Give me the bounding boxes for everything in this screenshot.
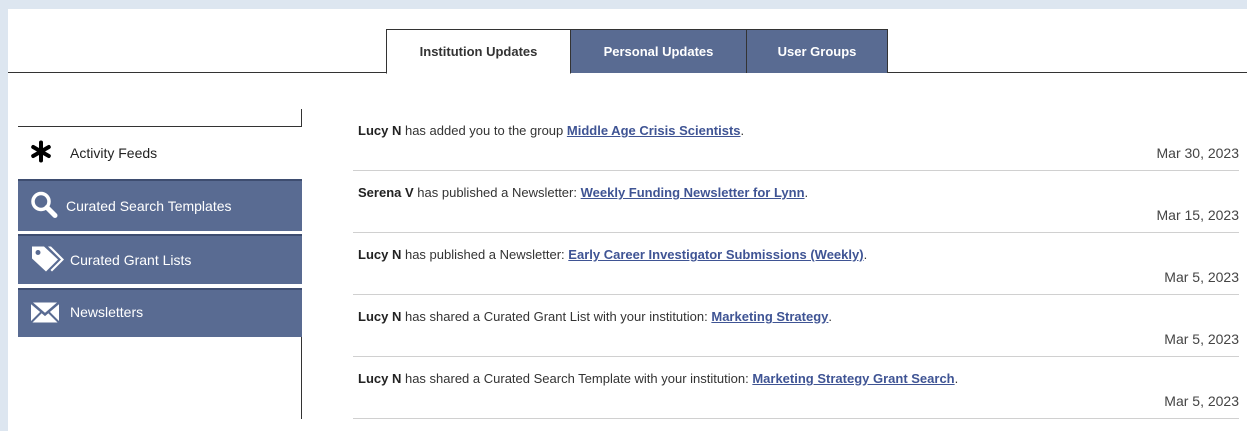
feed-date: Mar 15, 2023 <box>1156 207 1240 223</box>
feed-text: has published a Newsletter: <box>417 185 577 200</box>
feed-date: Mar 5, 2023 <box>1164 331 1239 347</box>
feed-text: has added you to the group <box>404 123 564 138</box>
tab-institution-updates[interactable]: Institution Updates <box>386 29 571 74</box>
asterisk-icon <box>30 140 52 165</box>
feed-text: has published a Newsletter: <box>404 247 565 262</box>
sidebar-item-label: Curated Search Templates <box>66 198 232 214</box>
feed-link[interactable]: Middle Age Crisis Scientists <box>567 123 741 138</box>
feed-link[interactable]: Marketing Strategy Grant Search <box>752 371 954 386</box>
feed-suffix: . <box>828 309 833 324</box>
sidebar-item-label: Newsletters <box>70 304 144 320</box>
sidebar-item-activity-feeds[interactable]: Activity Feeds <box>18 129 302 176</box>
feed-link[interactable]: Weekly Funding Newsletter for Lynn <box>581 185 805 200</box>
sidebar-item-label: Curated Grant Lists <box>70 252 192 268</box>
feed-link[interactable]: Early Career Investigator Submissions (W… <box>568 247 863 262</box>
feed-date: Mar 5, 2023 <box>1164 269 1239 285</box>
sidebar-item-curated-search-templates[interactable]: Curated Search Templates <box>18 179 302 231</box>
sidebar-divider <box>301 337 302 419</box>
tags-icon <box>30 244 66 277</box>
sidebar-item-newsletters[interactable]: Newsletters <box>18 288 302 337</box>
feed-suffix: . <box>740 123 745 138</box>
tab-personal-updates[interactable]: Personal Updates <box>571 29 747 73</box>
main-frame: Institution Updates Personal Updates Use… <box>8 9 1247 431</box>
feed-text: has shared a Curated Search Template wit… <box>404 371 749 386</box>
activity-feed: Lucy N has added you to the group Middle… <box>353 109 1239 419</box>
list-item: Lucy N has shared a Curated Grant List w… <box>353 295 1239 357</box>
sidebar-divider <box>18 126 302 127</box>
feed-suffix: . <box>863 247 868 262</box>
feed-actor: Serena V <box>358 185 414 200</box>
envelope-icon <box>30 301 60 327</box>
feed-actor: Lucy N <box>358 123 402 138</box>
feed-text: has shared a Curated Grant List with you… <box>404 309 708 324</box>
sidebar-item-label: Activity Feeds <box>70 144 158 161</box>
list-item: Lucy N has shared a Curated Search Templ… <box>353 357 1239 419</box>
feed-actor: Lucy N <box>358 309 402 324</box>
tab-bar: Institution Updates Personal Updates Use… <box>8 9 1247 74</box>
list-item: Lucy N has added you to the group Middle… <box>353 109 1239 171</box>
feed-date: Mar 5, 2023 <box>1164 393 1239 409</box>
feed-actor: Lucy N <box>358 247 402 262</box>
sidebar-item-curated-grant-lists[interactable]: Curated Grant Lists <box>18 234 302 284</box>
list-item: Serena V has published a Newsletter: Wee… <box>353 171 1239 233</box>
tab-user-groups[interactable]: User Groups <box>747 29 888 73</box>
feed-suffix: . <box>804 185 809 200</box>
feed-actor: Lucy N <box>358 371 402 386</box>
search-icon <box>30 191 58 222</box>
sidebar-divider <box>301 109 302 127</box>
feed-date: Mar 30, 2023 <box>1156 145 1240 161</box>
feed-suffix: . <box>954 371 959 386</box>
feed-link[interactable]: Marketing Strategy <box>711 309 828 324</box>
list-item: Lucy N has published a Newsletter: Early… <box>353 233 1239 295</box>
